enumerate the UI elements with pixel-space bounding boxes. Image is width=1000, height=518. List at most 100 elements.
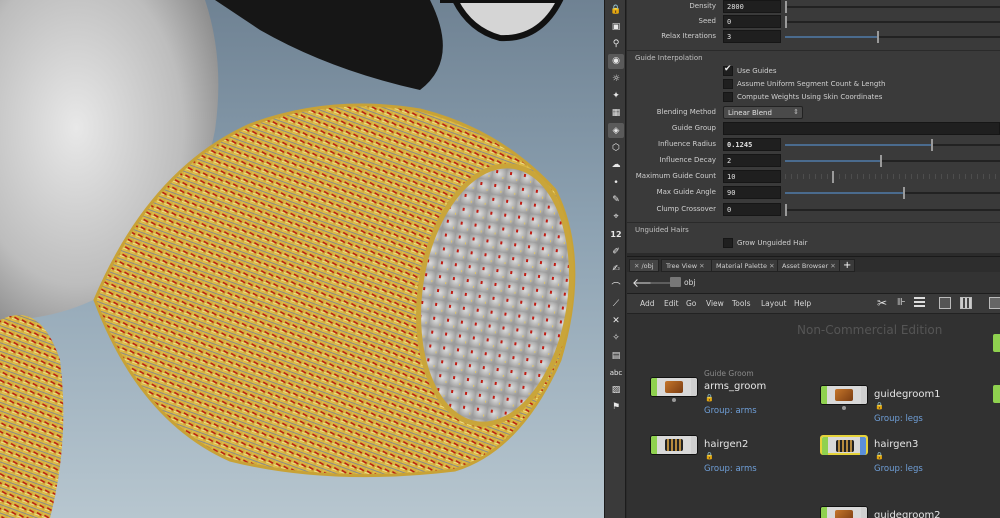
image-icon[interactable]: ▨ (608, 383, 624, 398)
section-unguided-hairs[interactable]: Unguided Hairs (627, 222, 1000, 236)
node-body[interactable] (820, 385, 868, 405)
menu-help[interactable]: Help (794, 299, 811, 308)
paint-icon[interactable]: ✍ (608, 262, 624, 277)
display-icon[interactable]: ▣ (608, 19, 624, 34)
relax-iterations-field[interactable]: 3 (723, 30, 781, 43)
tree-icon[interactable]: ⊪ (897, 297, 906, 308)
capture-icon[interactable]: ✧ (608, 331, 624, 346)
brush-icon[interactable]: ✐ (608, 244, 624, 259)
grid-view-icon[interactable] (939, 297, 951, 309)
skin-weights-checkbox[interactable] (723, 92, 733, 102)
guide-group-field[interactable] (723, 122, 1000, 135)
number-12-icon[interactable]: 12 (608, 227, 624, 242)
clump-crossover-slider[interactable] (785, 204, 1000, 216)
viewport-render (0, 0, 576, 518)
close-icon[interactable]: ✕ (634, 262, 639, 270)
bone-icon[interactable]: ⟋ (608, 296, 624, 311)
curve-icon[interactable]: ⌒ (608, 279, 624, 294)
tab-tree-view[interactable]: Tree View ✕ (661, 259, 712, 272)
node-name[interactable]: arms_groom (704, 381, 766, 392)
layout-icon[interactable] (989, 297, 1000, 309)
param-label: Max Guide Angle (656, 188, 716, 196)
output-connector[interactable] (672, 398, 676, 402)
menu-go[interactable]: Go (686, 299, 696, 308)
node-body[interactable] (650, 435, 698, 455)
seed-field[interactable]: 0 (723, 15, 781, 28)
path-obj[interactable]: obj (684, 278, 695, 287)
close-icon[interactable]: ✕ (830, 262, 835, 270)
node-name[interactable]: hairgen2 (704, 439, 748, 450)
ghost-icon[interactable]: ☁ (608, 158, 624, 173)
thumbnail-view-icon[interactable] (960, 297, 972, 309)
tab-label: Material Palette (716, 262, 767, 270)
close-icon[interactable]: ✕ (769, 262, 774, 270)
pin-icon[interactable]: ⌖ (608, 210, 624, 225)
influence-decay-field[interactable]: 2 (723, 154, 781, 167)
viewport-3d[interactable] (0, 0, 604, 518)
uniform-segments-checkbox[interactable] (723, 79, 733, 89)
param-label: Clump Crossover (656, 205, 716, 213)
offscreen-node-flag[interactable] (993, 385, 1000, 403)
node-name[interactable]: hairgen3 (874, 439, 918, 450)
menu-edit[interactable]: Edit (664, 299, 679, 308)
network-editor[interactable]: Non-Commercial Edition Guide Groom arms_… (627, 314, 1000, 518)
max-guide-count-slider[interactable] (785, 171, 1000, 183)
groom-brush-icon (665, 381, 683, 393)
tab-obj[interactable]: ✕/obj (629, 259, 659, 272)
close-icon[interactable]: ✕ (699, 262, 704, 270)
map-pin-icon[interactable]: ⚑ (608, 400, 624, 415)
node-body[interactable] (820, 506, 868, 518)
pen-icon[interactable]: ✎ (608, 192, 624, 207)
tab-asset-browser[interactable]: Asset Browser ✕ (777, 259, 843, 272)
list-view-icon[interactable] (914, 297, 925, 309)
section-guide-interpolation[interactable]: Guide Interpolation (627, 50, 1000, 64)
bulb-icon[interactable]: ☼ (608, 71, 624, 86)
tab-material-palette[interactable]: Material Palette ✕ (711, 259, 782, 272)
param-label: Influence Decay (659, 156, 716, 164)
camera-icon[interactable]: ◈ (608, 123, 624, 139)
light-icon[interactable]: ◉ (608, 53, 624, 69)
node-body[interactable] (820, 435, 868, 455)
lightbulb-icon[interactable]: ✦ (608, 89, 624, 104)
clump-crossover-field[interactable]: 0 (723, 203, 781, 216)
use-guides-checkbox[interactable] (723, 64, 733, 76)
offscreen-node-flag[interactable] (993, 334, 1000, 352)
node-name[interactable]: guidegroom2 (874, 510, 941, 518)
influence-decay-slider[interactable] (785, 155, 1000, 167)
abc-icon[interactable]: abc (608, 365, 624, 380)
menu-layout[interactable]: Layout (761, 299, 787, 308)
node-body[interactable] (650, 377, 698, 397)
param-label: Density (689, 2, 716, 10)
seed-slider[interactable] (785, 16, 1000, 28)
influence-radius-slider[interactable] (785, 139, 1000, 151)
snap-icon[interactable]: ⚲ (608, 37, 624, 52)
node-group: Group: legs (874, 464, 923, 474)
relax-iterations-slider[interactable] (785, 31, 1000, 43)
density-field[interactable]: 2800 (723, 0, 781, 13)
density-slider[interactable] (785, 1, 1000, 13)
lock-icon[interactable]: 🔒 (608, 2, 624, 17)
output-connector[interactable] (842, 406, 846, 410)
network-folder-icon[interactable] (670, 277, 681, 287)
node-name[interactable]: guidegroom1 (874, 389, 941, 400)
dot-icon[interactable]: • (608, 175, 624, 190)
add-tab-plus-icon[interactable]: + (839, 259, 856, 272)
param-relax-iterations: Relax Iterations 3 (627, 30, 1000, 45)
max-guide-count-field[interactable]: 10 (723, 170, 781, 183)
render-icon[interactable]: ▦ (608, 106, 624, 121)
influence-radius-field[interactable]: 0.1245 (723, 138, 781, 151)
wireframe-icon[interactable]: ⬡ (608, 140, 624, 155)
menu-add[interactable]: Add (640, 299, 655, 308)
grow-unguided-checkbox[interactable] (723, 238, 733, 248)
max-guide-angle-slider[interactable] (785, 187, 1000, 199)
wrench-icon[interactable]: ✂ (877, 296, 887, 310)
node-group: Group: legs (874, 414, 923, 424)
dropdown-value: Linear Blend (728, 109, 772, 117)
section-title: Unguided Hairs (635, 226, 689, 234)
blending-method-dropdown[interactable]: Linear Blend ⇕ (723, 106, 803, 119)
max-guide-angle-field[interactable]: 90 (723, 186, 781, 199)
texture-icon[interactable]: ▤ (608, 348, 624, 363)
menu-tools[interactable]: Tools (732, 299, 750, 308)
menu-view[interactable]: View (706, 299, 724, 308)
joint-icon[interactable]: ✕ (608, 313, 624, 328)
